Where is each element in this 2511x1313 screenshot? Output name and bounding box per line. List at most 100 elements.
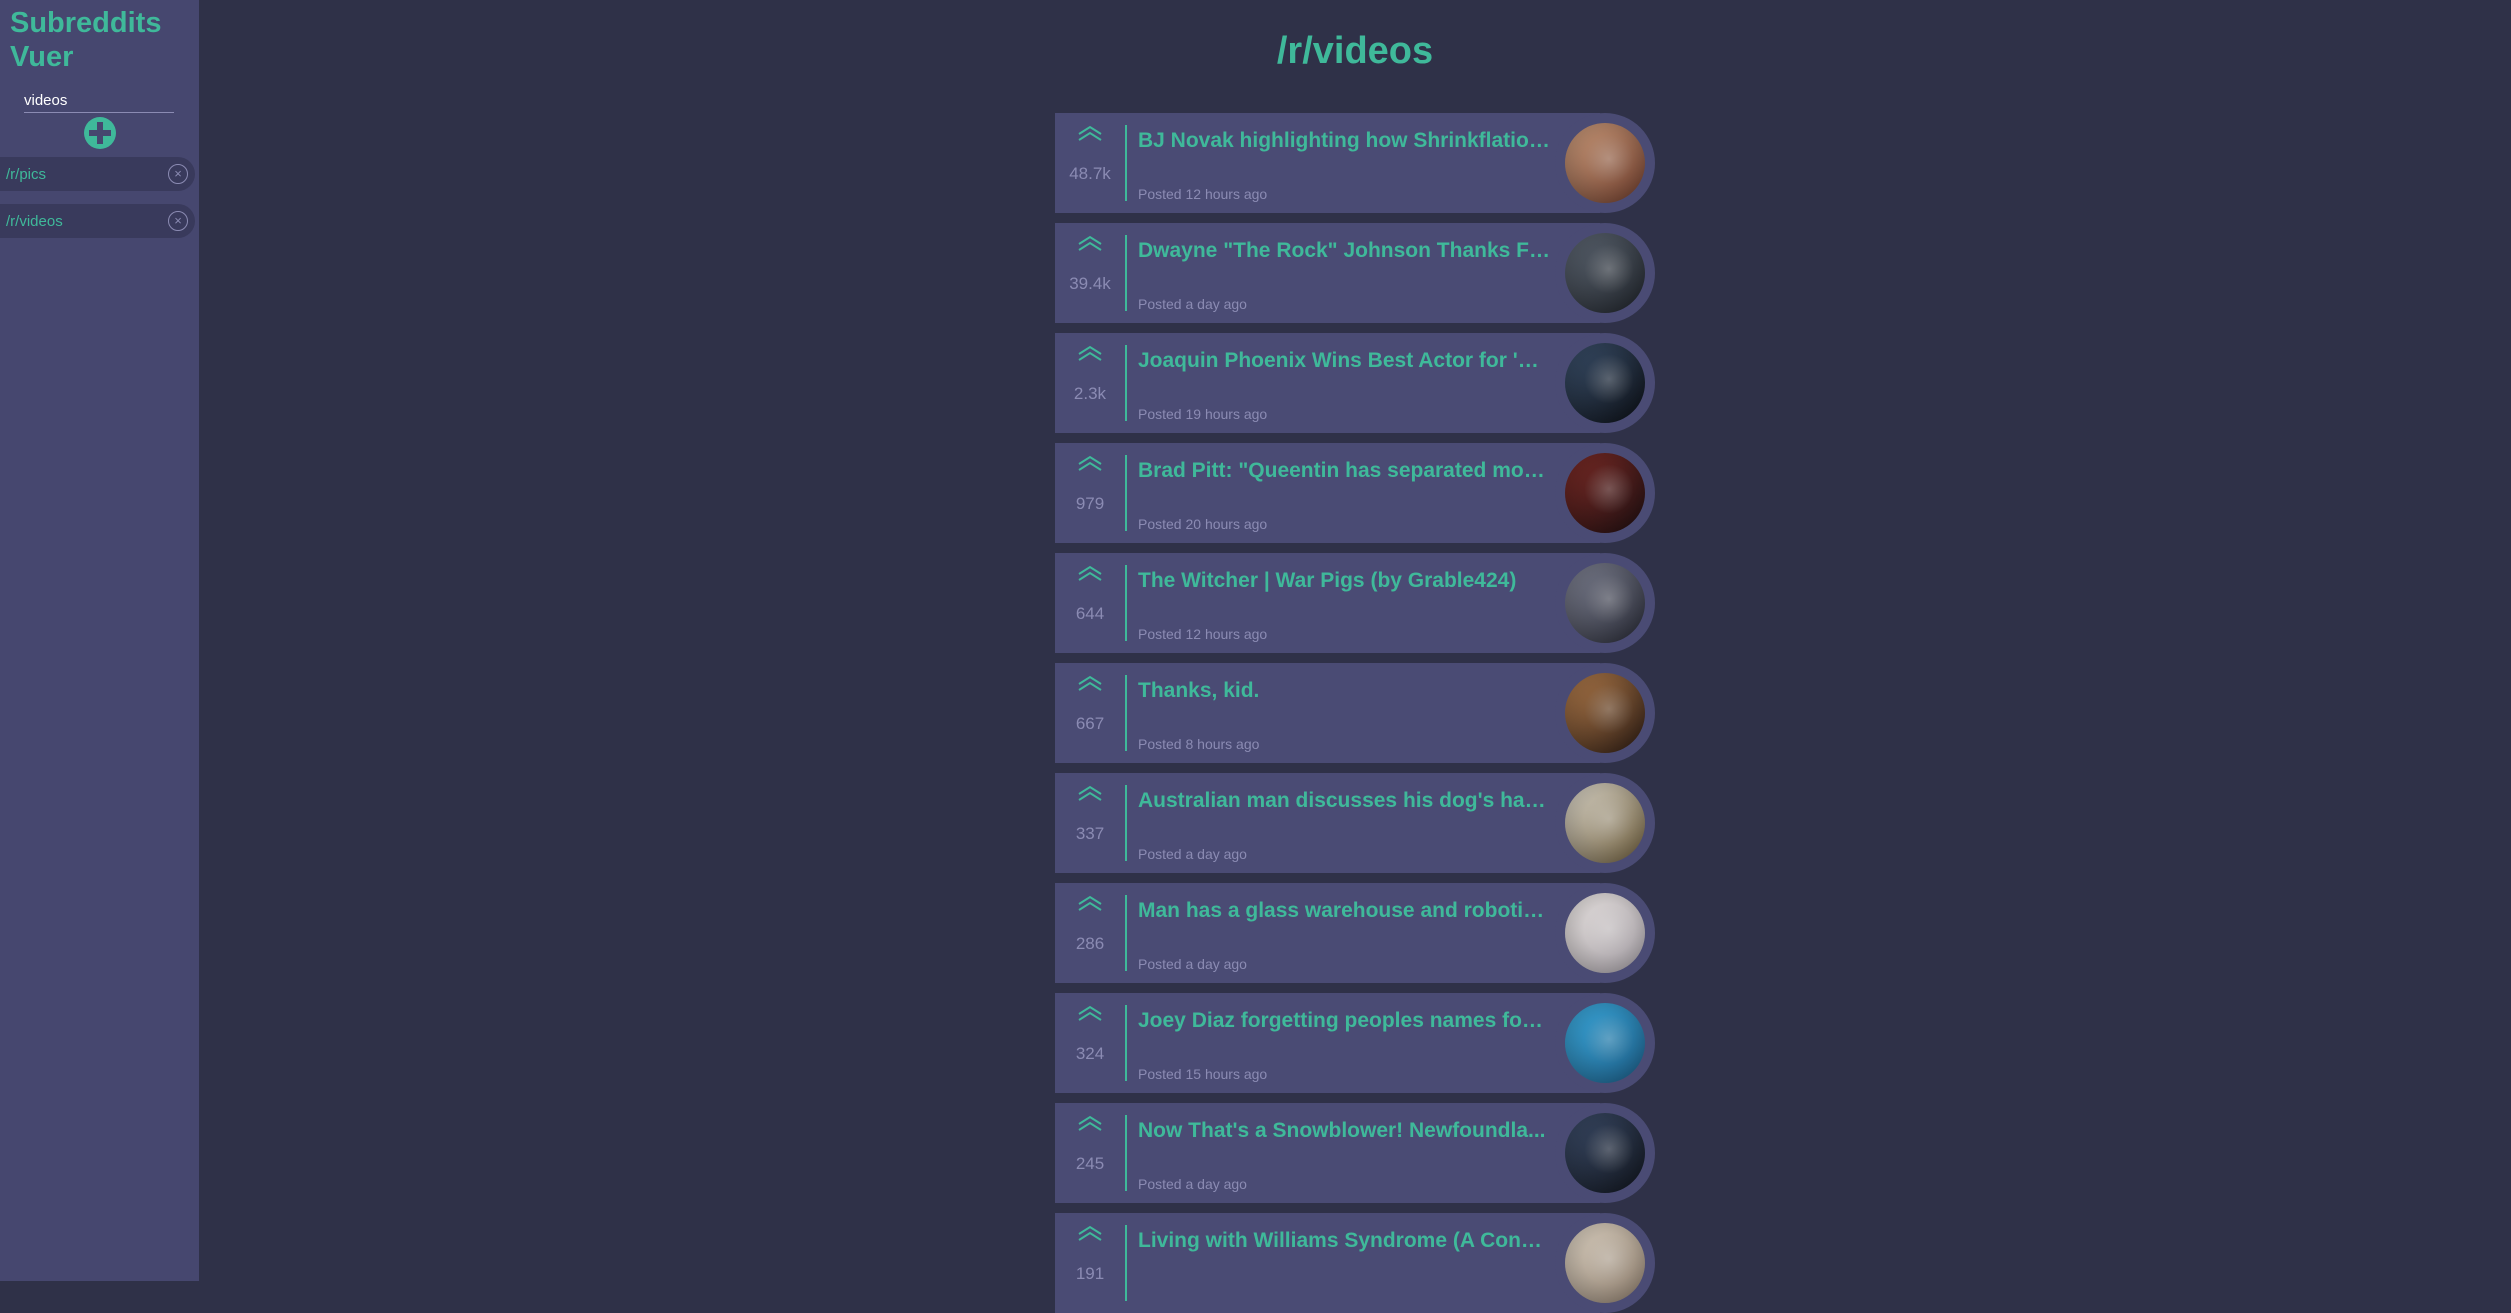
post-title[interactable]: Joey Diaz forgetting peoples names for .… [1138, 1009, 1550, 1033]
post-card [1055, 113, 1600, 213]
thumbnail-shade [1565, 673, 1645, 753]
upvote-icon[interactable] [1077, 895, 1103, 913]
close-icon[interactable]: × [168, 211, 188, 231]
upvote-icon[interactable] [1077, 1225, 1103, 1243]
upvote-icon[interactable] [1077, 345, 1103, 363]
thumbnail-shade [1565, 893, 1645, 973]
post-card [1055, 883, 1600, 983]
post-score: 667 [1075, 714, 1105, 733]
upvote-icon[interactable] [1077, 1115, 1103, 1133]
post-divider [1125, 125, 1127, 201]
post-item[interactable]: 39.4k Dwayne "The Rock" Johnson Thanks Fa… [1055, 223, 1655, 323]
add-subreddit-button[interactable] [84, 117, 116, 149]
thumbnail-shade [1565, 1113, 1645, 1193]
post-item[interactable]: 48.7k BJ Novak highlighting how Shrinkfla… [1055, 113, 1655, 213]
app-title: Subreddits Vuer [10, 7, 162, 73]
post-thumbnail[interactable] [1565, 1223, 1645, 1303]
post-thumbnail[interactable] [1565, 1003, 1645, 1083]
post-thumbnail[interactable] [1565, 783, 1645, 863]
post-title[interactable]: Dwayne "The Rock" Johnson Thanks Fans [1138, 239, 1550, 263]
post-item[interactable]: 337 Australian man discusses his dog's ha… [1055, 773, 1655, 873]
post-title[interactable]: Thanks, kid. [1138, 679, 1550, 703]
post-meta: Posted a day ago [1138, 846, 1247, 862]
post-divider [1125, 1005, 1127, 1081]
post-title[interactable]: Living with Williams Syndrome (A Cond... [1138, 1229, 1550, 1253]
post-thumbnail[interactable] [1565, 563, 1645, 643]
post-thumbnail[interactable] [1565, 453, 1645, 533]
post-divider [1125, 565, 1127, 641]
thumbnail-shade [1565, 563, 1645, 643]
upvote-icon[interactable] [1077, 235, 1103, 253]
thumbnail-shade [1565, 783, 1645, 863]
post-card [1055, 993, 1600, 1093]
post-item[interactable]: 644 The Witcher | War Pigs (by Grable424)… [1055, 553, 1655, 653]
post-item[interactable]: 191 Living with Williams Syndrome (A Cond… [1055, 1213, 1655, 1313]
post-title[interactable]: Joaquin Phoenix Wins Best Actor for 'Jok… [1138, 349, 1550, 373]
upvote-icon[interactable] [1077, 125, 1103, 143]
post-score: 191 [1075, 1264, 1105, 1283]
post-divider [1125, 345, 1127, 421]
post-card [1055, 1213, 1600, 1313]
post-meta: Posted a day ago [1138, 956, 1247, 972]
upvote-icon[interactable] [1077, 565, 1103, 583]
post-item[interactable]: 245 Now That's a Snowblower! Newfoundla..… [1055, 1103, 1655, 1203]
post-title[interactable]: Australian man discusses his dog's hall.… [1138, 789, 1550, 813]
post-meta: Posted 19 hours ago [1138, 406, 1268, 422]
post-item[interactable]: 324 Joey Diaz forgetting peoples names fo… [1055, 993, 1655, 1093]
post-title[interactable]: Man has a glass warehouse and robotic... [1138, 899, 1550, 923]
upvote-icon[interactable] [1077, 785, 1103, 803]
upvote-icon[interactable] [1077, 675, 1103, 693]
sidebar-item-pics[interactable]: /r/pics × [0, 157, 195, 191]
post-item[interactable]: 2.3k Joaquin Phoenix Wins Best Actor for … [1055, 333, 1655, 433]
post-thumbnail[interactable] [1565, 343, 1645, 423]
post-thumbnail[interactable] [1565, 123, 1645, 203]
close-icon[interactable]: × [168, 164, 188, 184]
sidebar-item-videos[interactable]: /r/videos × [0, 204, 195, 238]
post-item[interactable]: 979 Brad Pitt: "Queentin has separated mo… [1055, 443, 1655, 543]
subreddit-input[interactable] [24, 88, 174, 113]
post-card [1055, 333, 1600, 433]
post-score: 644 [1075, 604, 1105, 623]
post-divider [1125, 895, 1127, 971]
post-score: 286 [1075, 934, 1105, 953]
post-card [1055, 553, 1600, 653]
sidebar-item-label: /r/pics [6, 166, 47, 183]
post-divider [1125, 455, 1127, 531]
post-card [1055, 443, 1600, 543]
post-thumbnail[interactable] [1565, 233, 1645, 313]
post-card [1055, 223, 1600, 323]
post-title[interactable]: Now That's a Snowblower! Newfoundla... [1138, 1119, 1550, 1143]
post-score: 48.7k [1069, 164, 1111, 183]
post-card [1055, 1103, 1600, 1203]
post-meta: Posted 8 hours ago [1138, 736, 1260, 752]
post-score: 245 [1075, 1154, 1105, 1173]
post-card [1055, 663, 1600, 763]
post-divider [1125, 1115, 1127, 1191]
post-title[interactable]: The Witcher | War Pigs (by Grable424) [1138, 569, 1550, 593]
post-divider [1125, 675, 1127, 751]
post-meta: Posted a day ago [1138, 296, 1247, 312]
thumbnail-shade [1565, 1223, 1645, 1303]
post-item[interactable]: 286 Man has a glass warehouse and robotic… [1055, 883, 1655, 983]
post-thumbnail[interactable] [1565, 673, 1645, 753]
sidebar-item-label: /r/videos [6, 213, 63, 230]
sidebar: Subreddits Vuer /r/pics × /r/videos × [0, 0, 199, 1281]
post-score: 2.3k [1073, 384, 1107, 403]
post-title[interactable]: BJ Novak highlighting how Shrinkflation … [1138, 129, 1550, 153]
post-meta: Posted 12 hours ago [1138, 626, 1268, 642]
post-score: 979 [1075, 494, 1105, 513]
post-divider [1125, 1225, 1127, 1301]
thumbnail-shade [1565, 343, 1645, 423]
upvote-icon[interactable] [1077, 455, 1103, 473]
thumbnail-shade [1565, 453, 1645, 533]
thumbnail-shade [1565, 123, 1645, 203]
post-item[interactable]: 667 Thanks, kid. Posted 8 hours ago [1055, 663, 1655, 763]
post-meta: Posted 15 hours ago [1138, 1066, 1268, 1082]
upvote-icon[interactable] [1077, 1005, 1103, 1023]
post-thumbnail[interactable] [1565, 893, 1645, 973]
post-meta: Posted 20 hours ago [1138, 516, 1268, 532]
post-score: 324 [1075, 1044, 1105, 1063]
post-score: 337 [1075, 824, 1105, 843]
post-title[interactable]: Brad Pitt: "Queentin has separated more.… [1138, 459, 1550, 483]
post-thumbnail[interactable] [1565, 1113, 1645, 1193]
